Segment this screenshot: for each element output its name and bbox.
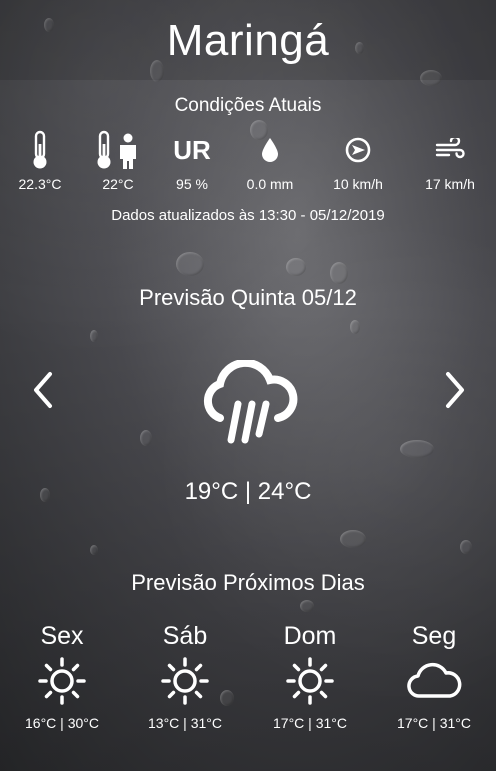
city-name: Maringá [166, 16, 330, 65]
stat-wind: 10 km/h [318, 130, 398, 192]
gust-value: 17 km/h [425, 176, 475, 192]
forecast-title: Previsão Quinta 05/12 [139, 285, 357, 310]
day-name: Dom [283, 622, 337, 650]
raindrop-icon [230, 130, 310, 170]
day-name: Sáb [162, 622, 208, 650]
forecast-temperature-range: 19°C | 24°C [184, 478, 312, 505]
previous-day-button[interactable] [28, 368, 58, 412]
stat-gust: 17 km/h [410, 130, 490, 192]
cloud-rain-icon [198, 358, 298, 450]
day-forecast-dom: Dom 17°C | 31°C [255, 622, 365, 731]
humidity-label: UR [173, 134, 211, 165]
precipitation-value: 0.0 mm [246, 176, 294, 192]
thermometer-icon [0, 130, 80, 170]
day-name: Sex [40, 622, 84, 650]
wind-speed-value: 10 km/h [333, 176, 383, 192]
day-name: Seg [411, 622, 457, 650]
day-temperature-range: 17°C | 31°C [397, 715, 471, 731]
stat-precipitation: 0.0 mm [230, 130, 310, 192]
wind-gust-icon [410, 130, 490, 170]
last-updated: Dados atualizados às 13:30 - 05/12/2019 [111, 207, 385, 224]
wind-direction-icon [318, 130, 398, 170]
day-temperature-range: 13°C | 31°C [148, 715, 222, 731]
humidity-value: 95 % [176, 176, 208, 192]
stat-feels-like: 22°C [78, 130, 158, 192]
stat-humidity: UR 95 % [152, 130, 232, 193]
feels-like-icon [78, 130, 158, 170]
day-temperature-range: 16°C | 30°C [25, 715, 99, 731]
cloud-icon [379, 655, 489, 707]
temperature-value: 22.3°C [18, 176, 62, 192]
chevron-left-icon [34, 372, 52, 408]
day-temperature-range: 17°C | 31°C [273, 715, 347, 731]
next-days-title: Previsão Próximos Dias [131, 570, 365, 595]
sun-icon [130, 655, 240, 707]
next-day-button[interactable] [440, 368, 470, 412]
feels-like-value: 22°C [102, 176, 134, 192]
day-forecast-sab: Sáb 13°C | 31°C [130, 622, 240, 731]
current-conditions-title: Condições Atuais [174, 95, 322, 116]
stat-temperature: 22.3°C [0, 130, 80, 192]
sun-icon [255, 655, 365, 707]
day-forecast-sex: Sex 16°C | 30°C [7, 622, 117, 731]
day-forecast-seg: Seg 17°C | 31°C [379, 622, 489, 731]
chevron-right-icon [446, 372, 464, 408]
current-conditions: 22.3°C 22°C UR 95 % 0.0 mm 10 km/h 17 km… [0, 130, 496, 200]
sun-icon [7, 655, 117, 707]
